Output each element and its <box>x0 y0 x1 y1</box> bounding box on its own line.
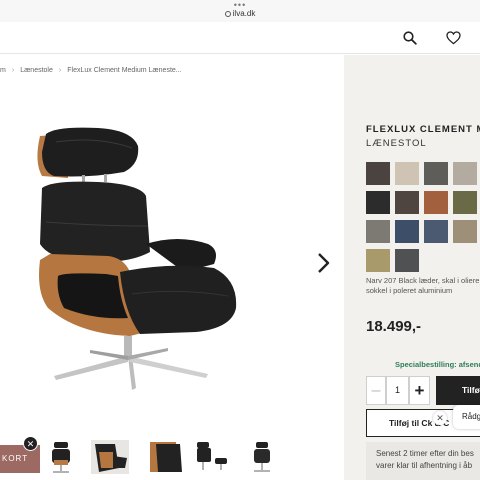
product-main-image[interactable] <box>28 122 243 400</box>
color-swatch[interactable] <box>395 220 419 243</box>
quantity-decrement-button[interactable]: – <box>366 376 386 405</box>
thumbnail-strip <box>0 434 344 480</box>
breadcrumb-item-home[interactable]: m <box>0 67 6 74</box>
search-icon[interactable] <box>403 31 417 45</box>
color-swatch[interactable] <box>395 191 419 214</box>
quantity-input[interactable]: 1 <box>386 376 409 405</box>
quantity-increment-button[interactable]: + <box>409 376 430 405</box>
description-line: Narv 207 Black læder, skal i oliere <box>366 276 480 285</box>
pickup-notice: Senest 2 timer efter din bes varer klar … <box>366 442 480 480</box>
heart-icon[interactable] <box>446 31 461 45</box>
product-description: Narv 207 Black læder, skal i oliere sokk… <box>366 276 480 296</box>
pickup-notice-line: Senest 2 timer efter din bes <box>376 449 474 458</box>
description-line: sokkel i poleret aluminium <box>366 286 453 295</box>
product-price: 18.499,- <box>366 318 422 335</box>
product-title: FLEXLUX CLEMENT MEDI <box>366 124 480 135</box>
chair-side-thumbnail-icon <box>91 440 129 474</box>
color-swatch[interactable] <box>366 249 390 272</box>
thumbnail-2[interactable] <box>91 438 129 476</box>
thumbnail-4[interactable] <box>193 438 231 476</box>
breadcrumb: m › Lænestole › FlexLux Clement Medium Lænes… <box>0 67 182 74</box>
thumbnail-5[interactable] <box>243 438 281 476</box>
color-swatch[interactable] <box>395 162 419 185</box>
lock-icon <box>224 11 231 17</box>
chair-with-stool-thumbnail-icon <box>197 442 227 470</box>
breadcrumb-item-current: FlexLux Clement Medium Læneste... <box>67 67 182 74</box>
color-swatch[interactable] <box>366 191 390 214</box>
product-subtitle: LÆNESTOL <box>366 138 427 149</box>
special-order-status: Specialbestilling: afsend <box>395 360 480 369</box>
breadcrumb-separator: › <box>11 67 15 74</box>
color-swatch[interactable] <box>453 191 477 214</box>
color-swatch[interactable] <box>453 220 477 243</box>
browser-bar: ••• ilva.dk <box>0 0 480 22</box>
site-header <box>0 22 480 54</box>
chair-detail-thumbnail-icon <box>150 442 182 472</box>
url-text: ilva.dk <box>232 9 256 18</box>
chair-thumbnail-icon <box>52 442 70 473</box>
color-swatch[interactable] <box>453 162 477 185</box>
thumbnail-3[interactable] <box>146 438 184 476</box>
color-swatch[interactable] <box>424 162 448 185</box>
click-and-collect-label: Tilføj til C <box>389 418 428 428</box>
promo-close-icon[interactable]: ✕ <box>23 436 38 451</box>
color-swatch[interactable] <box>395 249 419 272</box>
color-swatch[interactable] <box>366 220 390 243</box>
color-swatch[interactable] <box>366 162 390 185</box>
browser-menu-dots[interactable]: ••• <box>0 1 480 10</box>
color-swatch[interactable] <box>424 220 448 243</box>
add-to-cart-button[interactable]: Tilfø <box>436 376 480 405</box>
thumbnail-1[interactable] <box>42 438 80 476</box>
color-swatch[interactable] <box>424 191 448 214</box>
url-bar[interactable]: ilva.dk <box>0 9 480 19</box>
chevron-right-icon[interactable] <box>316 252 332 274</box>
chair-back-thumbnail-icon <box>254 442 270 472</box>
pickup-notice-line: varer klar til afhentning i åb <box>376 461 473 470</box>
breadcrumb-item-category[interactable]: Lænestole <box>20 67 53 74</box>
chat-advice-button[interactable]: Rådg <box>453 405 480 429</box>
chat-close-icon[interactable]: ✕ <box>433 411 447 425</box>
breadcrumb-separator: › <box>58 67 62 74</box>
